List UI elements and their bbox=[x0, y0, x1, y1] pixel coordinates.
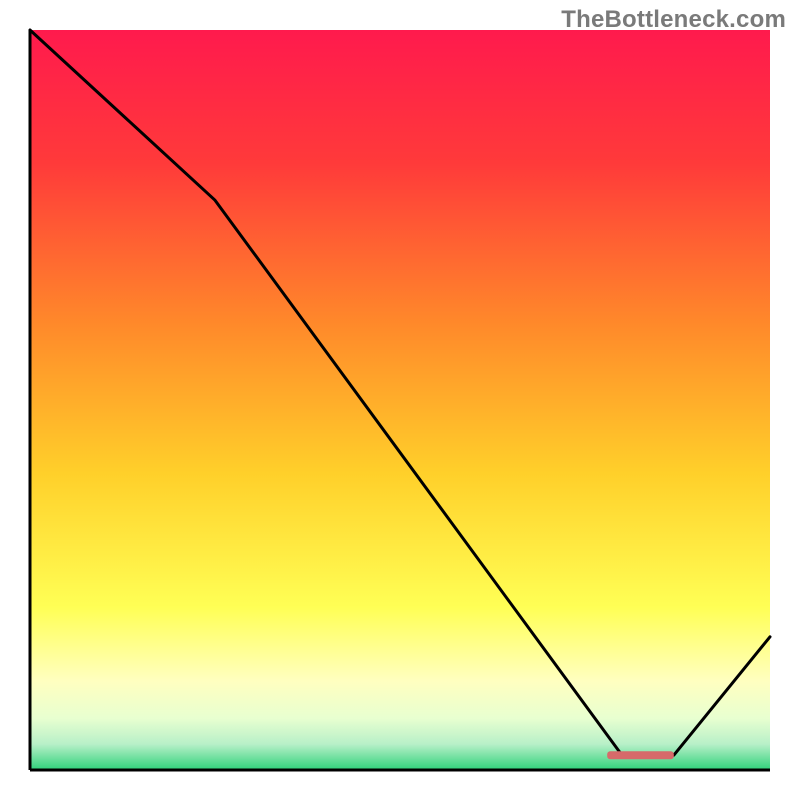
plot-background bbox=[30, 30, 770, 770]
bottleneck-chart bbox=[0, 0, 800, 800]
watermark-text: TheBottleneck.com bbox=[561, 6, 786, 34]
highlight-band bbox=[607, 751, 674, 759]
chart-container: TheBottleneck.com bbox=[0, 0, 800, 800]
